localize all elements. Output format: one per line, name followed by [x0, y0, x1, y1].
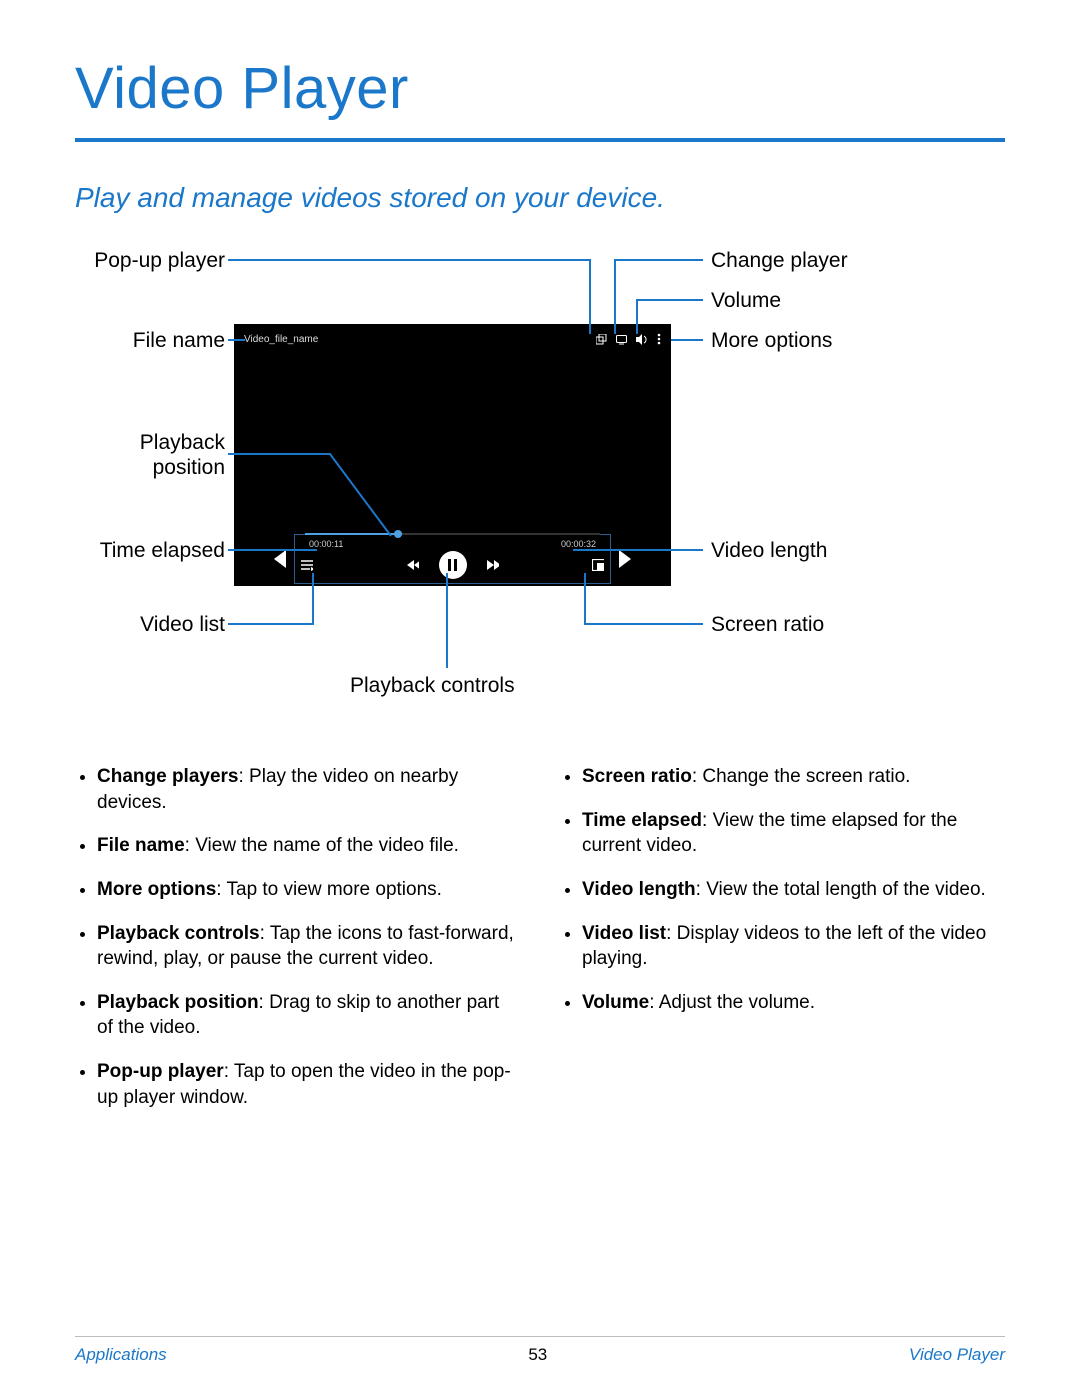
fast-forward-icon[interactable] [487, 559, 499, 571]
video-list-icon[interactable] [301, 559, 313, 571]
bullet-video-length: Video length: View the total length of t… [582, 877, 1005, 903]
prev-video-arrow-icon[interactable] [274, 550, 286, 568]
bullet-more-options: More options: Tap to view more options. [97, 877, 520, 903]
label-change-player: Change player [711, 248, 848, 273]
seek-fill [305, 533, 394, 535]
description-columns: Change players: Play the video on nearby… [75, 764, 1005, 1128]
label-more-options: More options [711, 328, 832, 353]
bullet-playback-controls: Playback controls: Tap the icons to fast… [97, 921, 520, 972]
label-playback-controls: Playback controls [350, 673, 515, 698]
bullet-screen-ratio: Screen ratio: Change the screen ratio. [582, 764, 1005, 790]
label-volume: Volume [711, 288, 781, 313]
video-player-screenshot: Video_file_name [234, 324, 671, 586]
right-bullet-list: Screen ratio: Change the screen ratio. T… [560, 764, 1005, 1128]
pause-button[interactable] [439, 551, 467, 579]
more-options-icon[interactable] [657, 333, 661, 345]
bullet-video-list: Video list: Display videos to the left o… [582, 921, 1005, 972]
label-playback-position-l1: Playback [140, 431, 225, 454]
page-subtitle: Play and manage videos stored on your de… [75, 182, 1005, 214]
label-time-elapsed: Time elapsed [75, 538, 225, 563]
label-video-length: Video length [711, 538, 827, 563]
rewind-icon[interactable] [407, 559, 419, 571]
change-player-icon[interactable] [616, 334, 627, 345]
time-elapsed-value: 00:00:11 [309, 539, 343, 549]
player-diagram: Pop-up player File name Playback positio… [75, 248, 1005, 718]
volume-icon[interactable] [636, 334, 648, 345]
bullet-change-players: Change players: Play the video on nearby… [97, 764, 520, 815]
left-bullet-list: Change players: Play the video on nearby… [75, 764, 520, 1128]
label-video-list: Video list [75, 612, 225, 637]
player-file-name: Video_file_name [244, 334, 318, 345]
screen-ratio-icon[interactable] [592, 559, 604, 571]
page-footer: Applications 53 Video Player [75, 1336, 1005, 1365]
footer-page-number: 53 [528, 1345, 547, 1365]
label-playback-position-l2: position [153, 456, 225, 479]
bullet-time-elapsed: Time elapsed: View the time elapsed for … [582, 808, 1005, 859]
label-playback-position: Playback position [75, 430, 225, 480]
footer-section: Applications [75, 1345, 167, 1365]
label-screen-ratio: Screen ratio [711, 612, 824, 637]
bullet-playback-position: Playback position: Drag to skip to anoth… [97, 990, 520, 1041]
popup-player-icon[interactable] [596, 334, 607, 345]
page-title: Video Player [75, 55, 1005, 142]
seek-bar[interactable] [305, 533, 600, 535]
video-length-value: 00:00:32 [561, 539, 596, 549]
label-file-name: File name [75, 328, 225, 353]
bullet-popup-player: Pop-up player: Tap to open the video in … [97, 1059, 520, 1110]
seek-handle[interactable] [394, 530, 402, 538]
next-video-arrow-icon[interactable] [619, 550, 631, 568]
bullet-volume: Volume: Adjust the volume. [582, 990, 1005, 1016]
bullet-file-name: File name: View the name of the video fi… [97, 833, 520, 859]
playback-controls-bar: 00:00:11 00:00:32 [294, 534, 611, 584]
footer-topic: Video Player [909, 1345, 1005, 1365]
label-popup-player: Pop-up player [75, 248, 225, 273]
